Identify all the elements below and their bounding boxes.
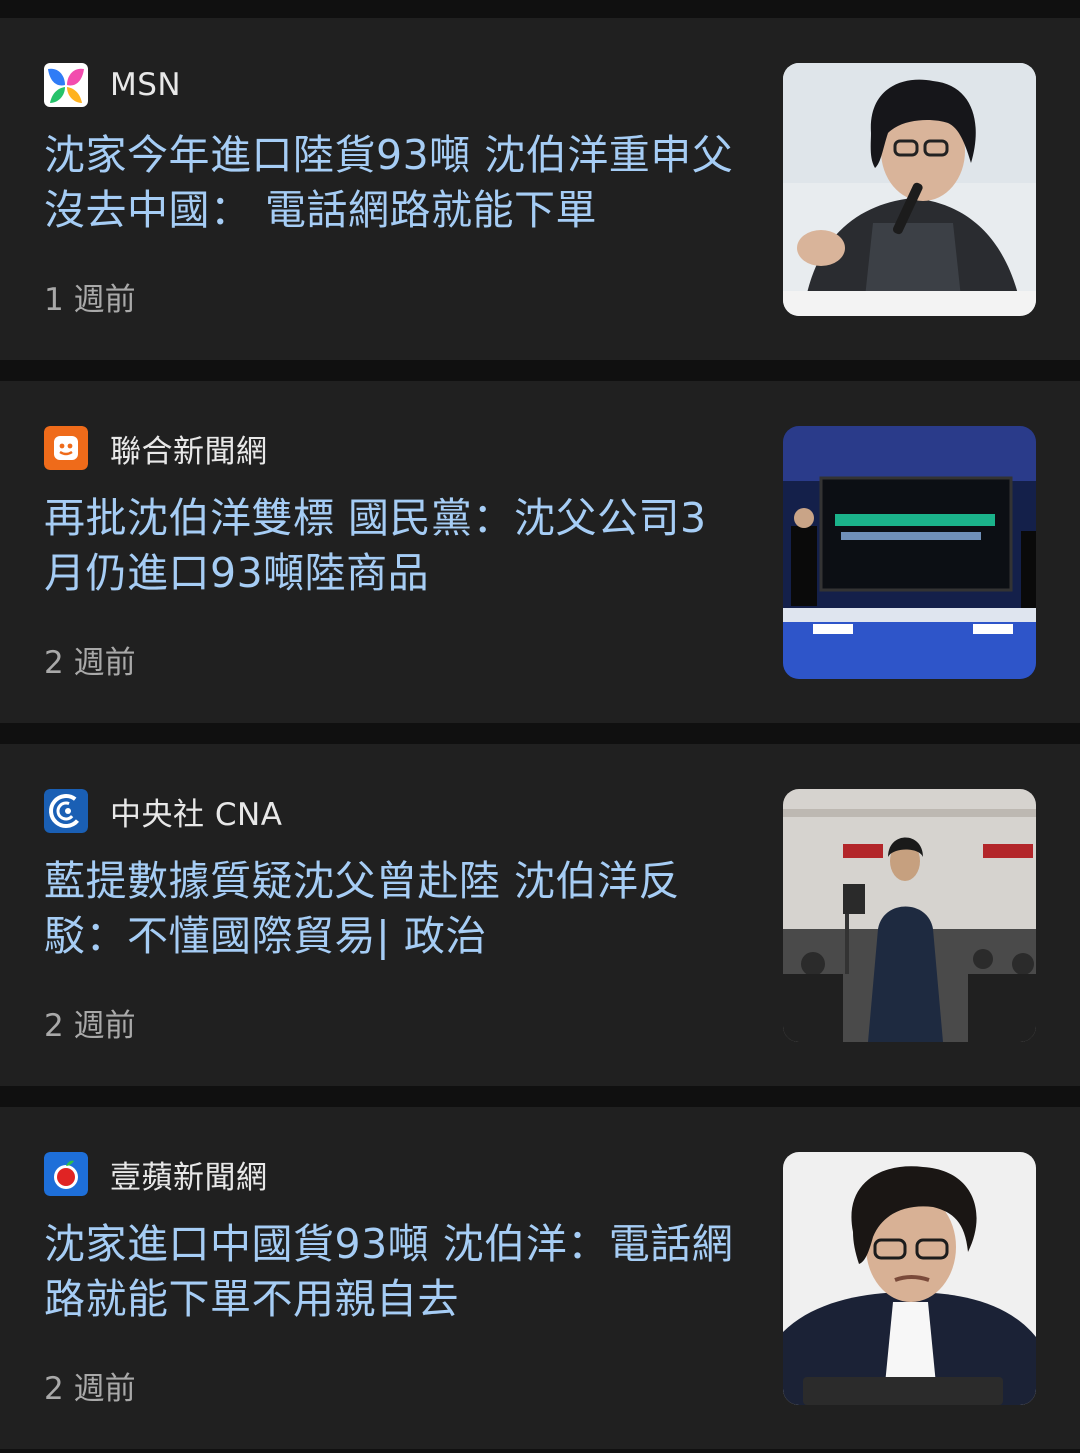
timestamp: 2 週前 [44,1371,136,1407]
cna-logo-icon [44,789,88,833]
nextapple-logo-icon [44,1152,88,1196]
headline[interactable]: 沈家進口中國貨93噸 沈伯洋：電話網路就能下單不用親自去 [44,1217,744,1327]
source-row: MSN [44,62,181,108]
source-name: MSN [110,67,182,103]
legislature-hall-photo[interactable] [783,789,1036,1042]
source-row: 中央社 CNA [44,788,282,834]
news-card[interactable]: 中央社 CNA 藍提數據質疑沈父曾赴陸 沈伯洋反駁：不懂國際貿易| 政治 2 週… [0,744,1080,1086]
headline[interactable]: 沈家今年進口陸貨93噸 沈伯洋重申父沒去中國： 電話網路就能下單 [44,128,744,238]
msn-butterfly-icon [44,63,88,107]
press-conference-photo[interactable] [783,426,1036,679]
news-card[interactable]: 壹蘋新聞網 沈家進口中國貨93噸 沈伯洋：電話網路就能下單不用親自去 2 週前 [0,1107,1080,1449]
source-name: 壹蘋新聞網 [110,1159,268,1196]
news-card[interactable]: 聯合新聞網 再批沈伯洋雙標 國民黨：沈父公司3月仍進口93噸陸商品 2 週前 [0,381,1080,723]
source-row: 聯合新聞網 [44,425,268,471]
man-with-microphone-photo[interactable] [783,63,1036,316]
source-name: 聯合新聞網 [110,433,268,470]
man-portrait-photo[interactable] [783,1152,1036,1405]
timestamp: 1 週前 [44,282,136,318]
udn-logo-icon [44,426,88,470]
timestamp: 2 週前 [44,645,136,681]
headline[interactable]: 再批沈伯洋雙標 國民黨：沈父公司3月仍進口93噸陸商品 [44,491,744,601]
news-feed: MSN 沈家今年進口陸貨93噸 沈伯洋重申父沒去中國： 電話網路就能下單 1 週… [0,0,1080,1453]
source-row: 壹蘋新聞網 [44,1151,268,1197]
headline[interactable]: 藍提數據質疑沈父曾赴陸 沈伯洋反駁：不懂國際貿易| 政治 [44,854,744,964]
news-card[interactable]: MSN 沈家今年進口陸貨93噸 沈伯洋重申父沒去中國： 電話網路就能下單 1 週… [0,18,1080,360]
source-name: 中央社 CNA [110,796,283,833]
timestamp: 2 週前 [44,1008,136,1044]
